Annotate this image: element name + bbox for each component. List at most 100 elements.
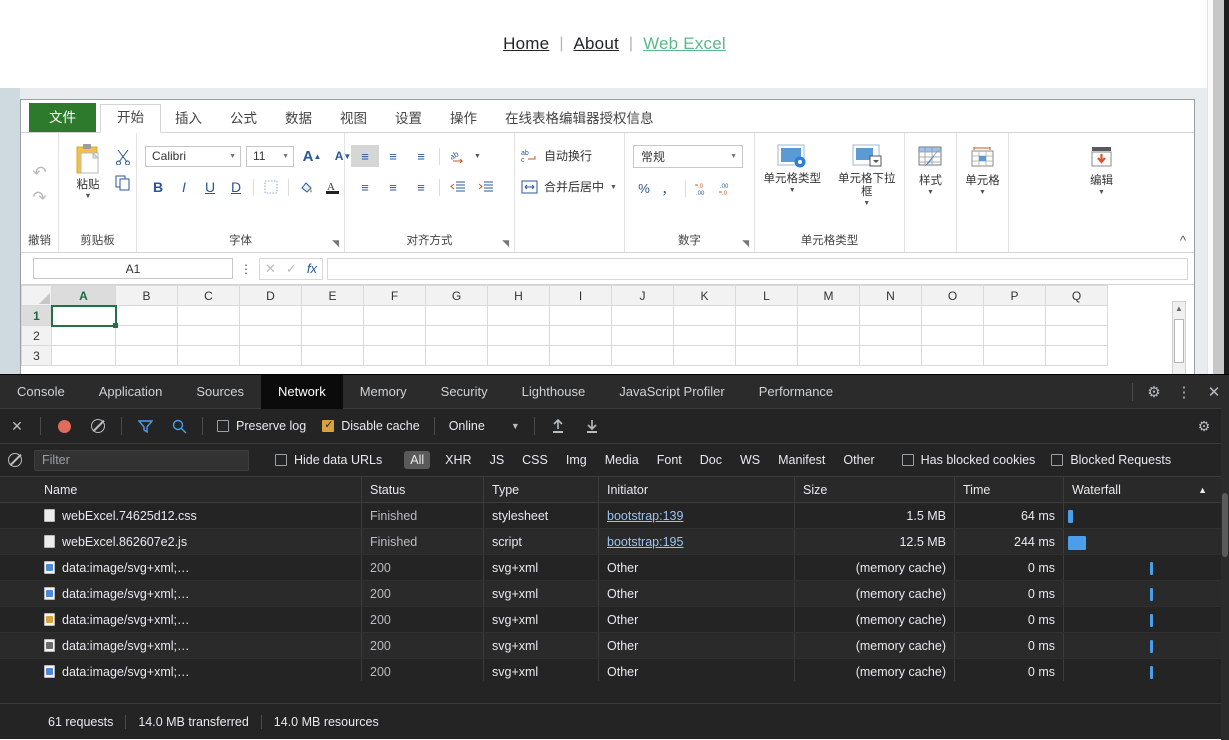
row-header-3[interactable]: 3 (21, 345, 52, 366)
ribbon-tab-home[interactable]: 开始 (100, 103, 161, 133)
export-har-icon[interactable] (575, 409, 609, 444)
filter-type-ws[interactable]: WS (731, 453, 769, 467)
cell-a3[interactable] (51, 345, 116, 366)
cell-o3[interactable] (921, 345, 984, 366)
throttling-select[interactable]: Online ▼ (449, 419, 520, 433)
ribbon-tab-insert[interactable]: 插入 (161, 106, 216, 133)
cell-f3[interactable] (363, 345, 426, 366)
filter-type-xhr[interactable]: XHR (436, 453, 480, 467)
merge-center-button[interactable]: 合并后居中 ▼ (521, 178, 617, 195)
filter-type-doc[interactable]: Doc (691, 453, 731, 467)
copy-icon[interactable] (115, 175, 131, 191)
column-header-c[interactable]: C (177, 285, 240, 306)
column-header-j[interactable]: J (611, 285, 674, 306)
align-middle-icon[interactable]: ≡ (379, 145, 407, 167)
has-blocked-cookies-box[interactable] (901, 454, 914, 466)
align-dialog-launcher-icon[interactable]: ◥ (502, 238, 509, 249)
cell-b2[interactable] (115, 325, 178, 346)
cell-e3[interactable] (301, 345, 364, 366)
font-dialog-launcher-icon[interactable]: ◥ (332, 238, 339, 249)
nav-link-web-excel[interactable]: Web Excel (633, 34, 736, 54)
cell-j1[interactable] (611, 305, 674, 326)
blocked-requests-checkbox[interactable]: Blocked Requests (1051, 453, 1171, 467)
gear-icon[interactable]: ⚙ (1139, 375, 1169, 409)
edit-button[interactable]: 编辑 ▼ (1076, 145, 1128, 196)
row-header-1[interactable]: 1 (21, 305, 52, 326)
cell-n2[interactable] (859, 325, 922, 346)
filter-type-other[interactable]: Other (834, 453, 883, 467)
style-caret-icon[interactable]: ▼ (927, 189, 934, 196)
filter-type-css[interactable]: CSS (513, 453, 557, 467)
orientation-caret-icon[interactable]: ▼ (474, 153, 481, 160)
table-row[interactable]: data:image/svg+xml;… 200 svg+xml Other (memo… (0, 581, 1229, 607)
cell-g3[interactable] (425, 345, 488, 366)
cell-p1[interactable] (983, 305, 1046, 326)
filter-type-font[interactable]: Font (648, 453, 691, 467)
cell-g1[interactable] (425, 305, 488, 326)
cell-k2[interactable] (673, 325, 736, 346)
column-header-type[interactable]: Type (484, 477, 599, 502)
insert-function-icon[interactable]: fx (307, 261, 317, 276)
cell-d2[interactable] (239, 325, 302, 346)
collapse-ribbon-icon[interactable]: ^ (1180, 233, 1186, 248)
cell-c3[interactable] (177, 345, 240, 366)
align-right-icon[interactable]: ≡ (407, 176, 435, 198)
column-header-f[interactable]: F (363, 285, 426, 306)
cell-l2[interactable] (735, 325, 798, 346)
filter-type-js[interactable]: JS (481, 453, 514, 467)
cell-l1[interactable] (735, 305, 798, 326)
font-size-select[interactable]: 11 ▼ (246, 145, 294, 167)
cell-f1[interactable] (363, 305, 426, 326)
cell-f2[interactable] (363, 325, 426, 346)
decrease-decimal-icon[interactable]: .00.0 (716, 178, 738, 198)
tab-security[interactable]: Security (424, 375, 505, 409)
column-header-waterfall[interactable]: Waterfall (1072, 483, 1121, 497)
wrap-text-button[interactable]: ab c 自动换行 (521, 147, 592, 164)
disable-cache-checkbox[interactable]: Disable cache (322, 418, 420, 433)
cell-m3[interactable] (797, 345, 860, 366)
tab-sources[interactable]: Sources (179, 375, 261, 409)
align-top-icon[interactable]: ≡ (351, 145, 379, 167)
comma-style-button[interactable]: ， (657, 178, 679, 198)
tab-performance[interactable]: Performance (742, 375, 850, 409)
column-header-i[interactable]: I (549, 285, 612, 306)
column-header-q[interactable]: Q (1045, 285, 1108, 306)
tab-memory[interactable]: Memory (343, 375, 424, 409)
redo-arrow-icon[interactable]: ↷ (32, 189, 46, 206)
percent-style-button[interactable]: % (633, 178, 655, 198)
cell-k1[interactable] (673, 305, 736, 326)
cell-j2[interactable] (611, 325, 674, 346)
cell-o1[interactable] (921, 305, 984, 326)
table-row[interactable]: webExcel.74625d12.css Finished stylesheet b… (0, 503, 1229, 529)
ribbon-tab-operations[interactable]: 操作 (436, 106, 491, 133)
undo-arrow-icon[interactable]: ↶ (32, 164, 46, 181)
ribbon-tab-license-info[interactable]: 在线表格编辑器授权信息 (491, 106, 668, 133)
cell-d3[interactable] (239, 345, 302, 366)
column-header-k[interactable]: K (673, 285, 736, 306)
row-header-2[interactable]: 2 (21, 325, 52, 346)
filter-funnel-icon[interactable] (128, 409, 162, 444)
devtools-scrollbar[interactable] (1221, 375, 1229, 740)
fill-color-icon[interactable] (293, 176, 319, 198)
close-icon[interactable]: ✕ (0, 409, 34, 444)
borders-icon[interactable] (258, 176, 284, 198)
cell-i3[interactable] (549, 345, 612, 366)
text-orientation-icon[interactable]: ab (444, 145, 472, 167)
number-dialog-launcher-icon[interactable]: ◥ (742, 238, 749, 249)
column-header-name[interactable]: Name (36, 477, 362, 502)
browser-scrollbar[interactable] (1207, 0, 1229, 378)
cell-i2[interactable] (549, 325, 612, 346)
column-header-e[interactable]: E (301, 285, 364, 306)
devtools-scrollbar-thumb[interactable] (1222, 493, 1228, 557)
style-button[interactable]: 样式 ▼ (905, 145, 956, 196)
column-header-initiator[interactable]: Initiator (599, 477, 795, 502)
align-left-icon[interactable]: ≡ (351, 176, 379, 198)
cell-name[interactable]: data:image/svg+xml;… (36, 555, 362, 580)
more-vertical-icon[interactable]: ⋮ (1169, 375, 1199, 409)
clear-icon[interactable] (81, 409, 115, 444)
table-row[interactable]: data:image/svg+xml;… 200 svg+xml Other (memo… (0, 607, 1229, 633)
cell-type-button[interactable]: 单元格类型 ▼ (759, 143, 825, 194)
cell-m2[interactable] (797, 325, 860, 346)
has-blocked-cookies-checkbox[interactable]: Has blocked cookies (901, 453, 1035, 467)
font-color-icon[interactable]: A (319, 176, 345, 198)
